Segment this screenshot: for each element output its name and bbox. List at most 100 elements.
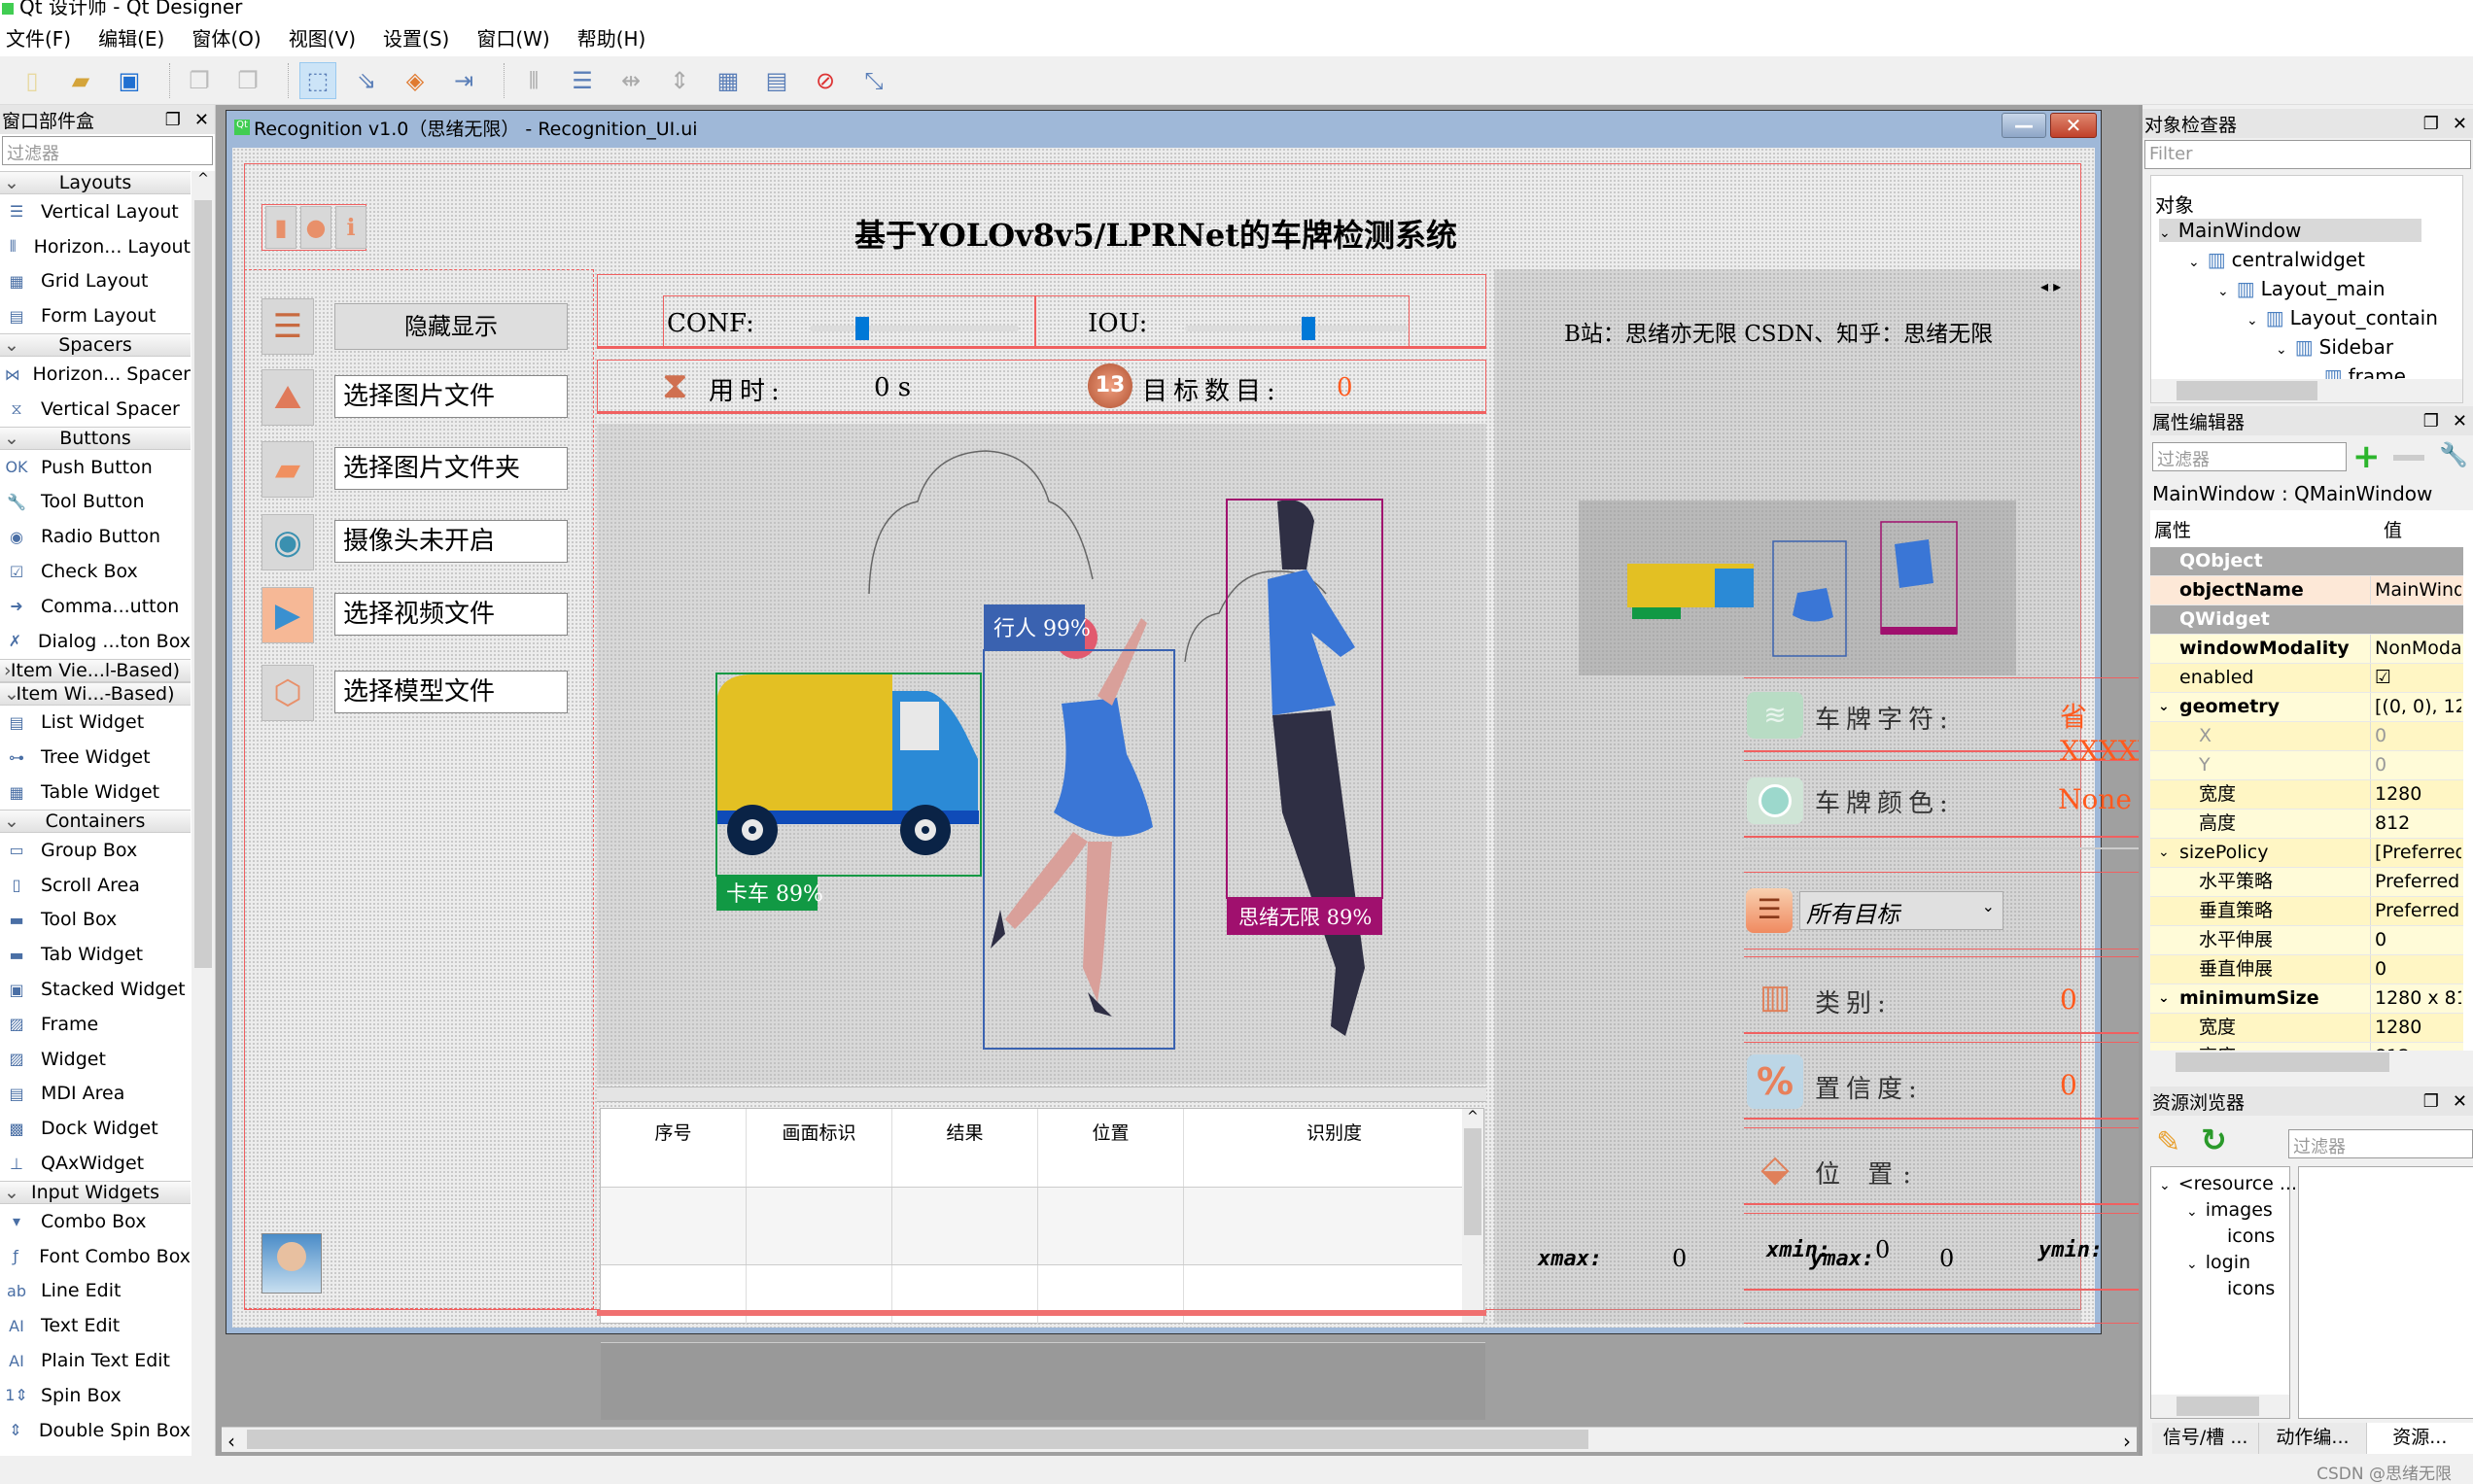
select-folder-button[interactable]: 选择图片文件夹 [334, 447, 568, 490]
widget-item[interactable]: 🔧 Tool Button [0, 485, 191, 520]
property-row[interactable]: objectName MainWindow [2150, 576, 2463, 605]
minimize-button[interactable]: — [2002, 113, 2046, 138]
property-value[interactable]: [Preferred, Preferred, 0, 0] [2375, 842, 2461, 863]
property-group[interactable]: QObject [2150, 547, 2463, 576]
widget-item[interactable]: ▬ Tab Widget [0, 937, 191, 972]
menu-file[interactable]: 文件(F) [6, 23, 71, 52]
widget-item[interactable]: ▾ Combo Box [0, 1204, 191, 1239]
widget-item[interactable]: ⋈ Horizon... Spacer [0, 357, 191, 392]
iou-slider[interactable] [1185, 317, 1409, 340]
scrollbar-thumb[interactable] [194, 200, 212, 968]
folder-icon[interactable]: ▰ [261, 441, 314, 498]
widget-item[interactable]: ▦ Table Widget [0, 775, 191, 810]
object-tree-item[interactable]: ⌄ ▥ Sidebar [2276, 335, 2393, 359]
scroll-right-icon[interactable]: › [2123, 1430, 2131, 1453]
widget-item[interactable]: ▤ MDI Area [0, 1077, 191, 1112]
property-value[interactable]: ☑ [2375, 667, 2391, 688]
select-image-button[interactable]: 选择图片文件 [334, 375, 568, 418]
widget-box-filter-input[interactable]: 过滤器 [2, 136, 213, 165]
property-value[interactable]: Preferred [2375, 871, 2459, 892]
dock-tab[interactable]: 动作编... [2259, 1423, 2367, 1454]
resource-tree-item[interactable]: ⌄ images [2186, 1199, 2273, 1221]
property-row[interactable]: ⌄ sizePolicy [Preferred, Preferred, 0, 0] [2150, 839, 2463, 868]
camera-button[interactable]: 摄像头未开启 [334, 520, 568, 563]
property-row[interactable]: enabled ☑ [2150, 664, 2463, 693]
property-value[interactable]: NonModal [2375, 638, 2461, 659]
save-icon[interactable]: ▣ [111, 62, 148, 99]
widget-category-buttons[interactable]: ⌄ Buttons [0, 426, 191, 450]
scrollbar-thumb[interactable] [247, 1430, 1588, 1449]
close-icon[interactable]: ✕ [2453, 1091, 2467, 1112]
wrench-icon[interactable]: 🔧 [2439, 441, 2468, 468]
widget-item[interactable]: ⧖ Vertical Spacer [0, 392, 191, 427]
property-row[interactable]: ⌄ geometry [(0, 0), 1280 x 812] [2150, 693, 2463, 722]
property-value[interactable]: 0 [2375, 958, 2386, 980]
object-tree-item[interactable]: ⌄ MainWindow [2159, 219, 2421, 242]
float-icon[interactable]: ❐ [2423, 411, 2439, 431]
widget-item[interactable]: AI Text Edit [0, 1308, 191, 1343]
scrollbar-thumb[interactable] [1464, 1128, 1481, 1235]
float-icon[interactable]: ❐ [2423, 114, 2439, 134]
widget-item[interactable]: AI Plain Text Edit [0, 1343, 191, 1378]
target-select-dropdown[interactable]: 所有目标 ⌄ [1799, 891, 2003, 930]
adjust-size-icon[interactable]: ⤡ [855, 62, 892, 99]
user-icon[interactable]: ● [300, 206, 331, 249]
menu-list-icon[interactable]: ☰ [261, 298, 314, 355]
widget-category-item-wi-based-[interactable]: ⌄ Item Wi...-Based) [0, 681, 191, 706]
edit-resources-icon[interactable]: ✎ [2156, 1125, 2180, 1159]
scroll-left-icon[interactable]: ‹ [227, 1430, 235, 1453]
property-value[interactable]: [(0, 0), 1280 x 812] [2375, 696, 2461, 717]
add-property-icon[interactable]: + [2352, 437, 2381, 476]
property-filter-input[interactable]: 过滤器 [2152, 442, 2347, 471]
resource-hscroll[interactable] [2151, 1395, 2289, 1418]
dock-tab[interactable]: 资源... [2366, 1423, 2473, 1454]
new-file-icon[interactable]: ▯ [14, 62, 51, 99]
object-tree-item[interactable]: ⌄ ▥ Layout_main [2217, 277, 2386, 300]
property-value[interactable]: 1280 [2375, 1017, 2421, 1038]
close-icon[interactable]: ✕ [2453, 411, 2467, 431]
mdi-horizontal-scrollbar[interactable]: ‹ › [222, 1427, 2137, 1453]
remove-property-icon[interactable] [2393, 455, 2424, 461]
widget-item[interactable]: ab Line Edit [0, 1274, 191, 1309]
dock-tab[interactable]: 信号/槽 ... [2152, 1423, 2260, 1454]
widget-category-spacers[interactable]: ⌄ Spacers [0, 333, 191, 358]
menu-form[interactable]: 窗体(O) [192, 23, 261, 52]
widget-item[interactable]: ▨ Widget [0, 1042, 191, 1077]
grid-layout-icon[interactable]: ▦ [710, 62, 747, 99]
menu-view[interactable]: 视图(V) [289, 23, 356, 52]
float-icon[interactable]: ❐ [165, 110, 181, 130]
property-value[interactable]: Preferred [2375, 900, 2459, 921]
property-row[interactable]: 垂直策略 Preferred [2150, 897, 2463, 926]
vertical-layout-icon[interactable]: ☰ [564, 62, 601, 99]
copy-icon[interactable]: ❐ [181, 62, 218, 99]
property-value[interactable]: 812 [2375, 812, 2410, 834]
edit-buddies-icon[interactable]: ◈ [397, 62, 434, 99]
property-value[interactable]: 0 [2375, 725, 2386, 746]
model-cube-icon[interactable]: ⬡ [261, 665, 314, 721]
splitter-horizontal-icon[interactable]: ⇹ [612, 62, 649, 99]
property-row[interactable]: X0 [2150, 722, 2463, 751]
widget-item[interactable]: ⊥ QAxWidget [0, 1146, 191, 1181]
widget-item[interactable]: ▤ List Widget [0, 706, 191, 741]
object-filter-input[interactable]: Filter [2144, 140, 2471, 169]
property-row[interactable]: ⌄ minimumSize 1280 x 812 [2150, 984, 2463, 1014]
horizontal-layout-icon[interactable]: ⦀ [515, 62, 552, 99]
property-row[interactable]: 水平策略 Preferred [2150, 868, 2463, 897]
menu-window[interactable]: 窗口(W) [476, 23, 549, 52]
scroll-up-icon[interactable]: ^ [192, 171, 215, 187]
property-row[interactable]: 宽度 1280 [2150, 1014, 2463, 1043]
widget-item[interactable]: ⊶ Tree Widget [0, 740, 191, 775]
widget-item[interactable]: ▤ Form Layout [0, 298, 191, 333]
object-tree-item[interactable]: ⌄ ▥ centralwidget [2188, 248, 2365, 271]
widget-item[interactable]: ƒ Font Combo Box [0, 1239, 191, 1274]
edit-widgets-icon[interactable]: ⬚ [299, 61, 336, 99]
toggle-sidebar-button[interactable]: 隐藏显示 [334, 303, 568, 350]
widget-item[interactable]: ▯ Scroll Area [0, 868, 191, 903]
resource-tree-item[interactable]: ⌄ login [2186, 1252, 2250, 1273]
property-row[interactable]: 宽度 1280 [2150, 780, 2463, 810]
table-row[interactable] [601, 1264, 1485, 1342]
iou-slider-handle[interactable] [1302, 317, 1315, 340]
menu-settings[interactable]: 设置(S) [383, 23, 449, 52]
edit-signals-icon[interactable]: ⇘ [348, 62, 385, 99]
close-button[interactable]: ✕ [2050, 113, 2097, 138]
